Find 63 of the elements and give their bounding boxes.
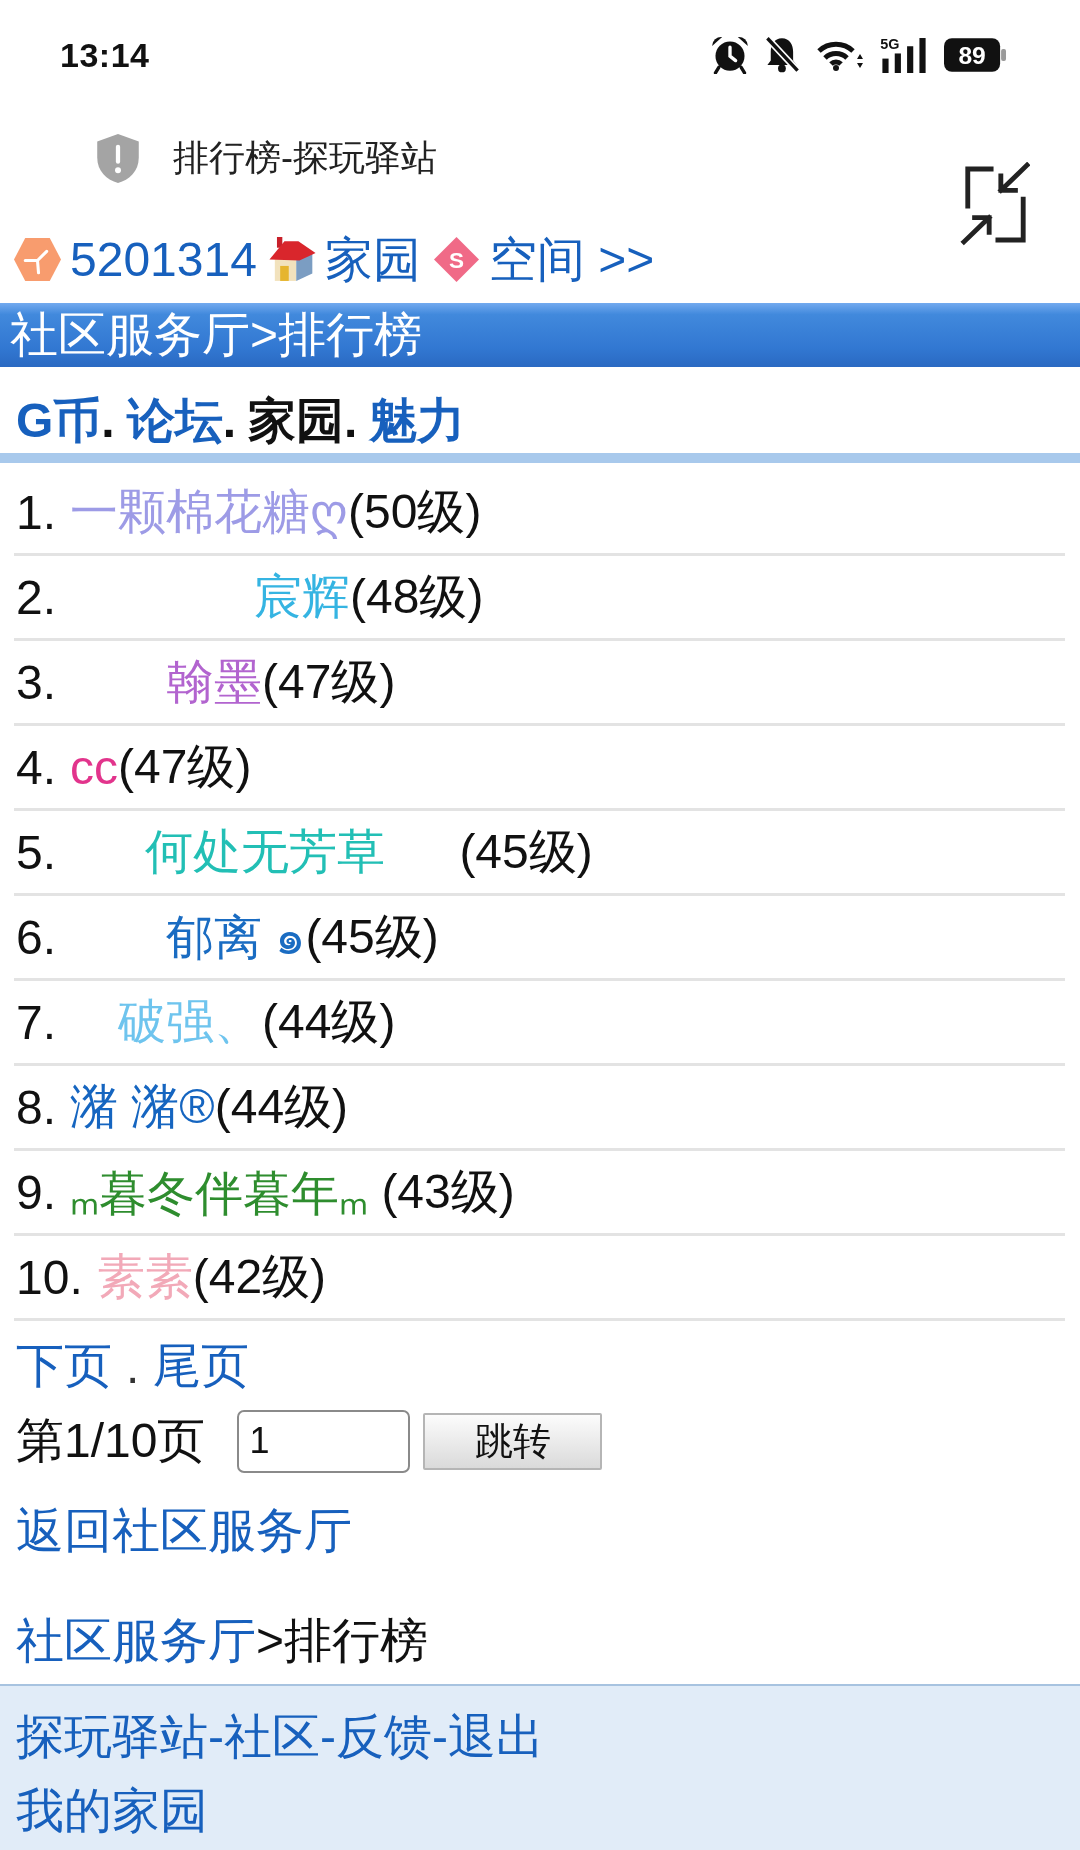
user-name-link[interactable]: 潴 潴® [70,1075,215,1139]
link-separator: . [126,1338,140,1394]
breadcrumb-link[interactable]: 社区服务厅 [16,1614,256,1667]
shield-icon [97,133,139,183]
tab-separator: . [344,393,358,449]
level-text: (44级) [214,1079,349,1135]
user-name-link[interactable]: 郁离 ๑ [166,899,306,975]
alarm-icon [711,36,749,74]
house-icon [268,237,316,282]
level-text: (50级) [348,484,482,540]
footer-link[interactable]: 反馈 [335,1700,432,1774]
wifi-icon [816,39,864,71]
status-time: 13:14 [60,35,150,75]
tab-separator: . [222,393,237,449]
rank-number: 10. [16,1249,83,1305]
back-link[interactable]: 返回社区服务厅 [16,1504,352,1557]
level-text: (43级) [381,1164,515,1220]
footer-link[interactable]: 探玩驿站 [16,1700,208,1774]
rank-number: 8. [16,1079,57,1135]
footer-link[interactable]: 我的家园 [16,1774,208,1848]
pager-link[interactable]: 下页 [16,1334,112,1398]
page-title: 排行榜-探玩驿站 [173,135,437,180]
category-tab[interactable]: 家园 [248,389,345,453]
link-separator: - [208,1709,224,1765]
page-input[interactable]: 1 [237,1409,411,1473]
nav-link[interactable]: 空间 >> [488,227,655,292]
exit-fullscreen-icon[interactable] [960,162,1030,246]
muted-bell-icon [765,36,800,74]
nav-link[interactable]: 家园 [324,227,421,292]
footer-link[interactable]: 社区 [224,1700,320,1774]
pager-link[interactable]: 尾页 [153,1334,250,1398]
category-tab[interactable]: 论坛 [126,389,223,453]
diamond-icon: S [432,237,480,282]
jump-button[interactable]: 跳转 [423,1412,603,1470]
page-info: 第1/10页 [16,1413,206,1469]
link-separator: - [431,1709,448,1765]
rank-number: 5. [16,824,57,880]
category-tab[interactable]: 魅力 [369,389,466,453]
category-tab[interactable]: G币 [16,389,102,453]
tab-separator: . [101,393,115,449]
breadcrumb-current: >排行榜 [256,1614,429,1667]
rank-number: 4. [16,739,57,795]
level-text: (44级) [262,994,396,1050]
rank-number: 7. [16,994,57,1050]
level-text: (45级) [305,909,439,965]
link-separator: - [320,1709,336,1765]
nav-link[interactable]: 5201314 [70,232,257,287]
rank-number: 3. [16,654,57,710]
footer-link[interactable]: 退出 [447,1700,544,1774]
hexagon-icon [14,237,61,282]
level-text: (45级) [459,824,593,880]
level-text: (47级) [262,654,396,710]
user-name-link[interactable]: ₘ暮冬伴暮年ₘ [70,1158,369,1226]
rank-number: 9. [16,1164,57,1220]
rank-number: 1. [16,484,57,540]
rank-number: 6. [16,909,57,965]
user-name-link[interactable]: cc [70,739,119,795]
level-text: (47级) [118,739,252,795]
level-text: (42级) [192,1249,327,1305]
header-title: 社区服务厅>排行榜 [10,307,423,363]
user-name-link[interactable]: 翰墨 [166,650,263,714]
rank-number: 2. [16,569,57,625]
level-text: (48级) [350,569,484,625]
